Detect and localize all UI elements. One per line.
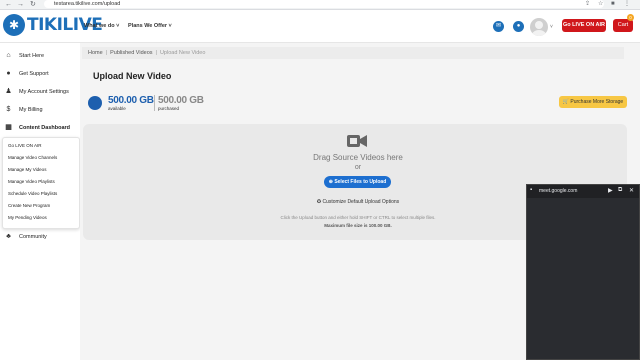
community-icon: ♣ xyxy=(6,233,11,240)
user-icon: ♟ xyxy=(5,88,12,95)
breadcrumb-published-videos[interactable]: Published Videos xyxy=(110,50,152,56)
sidebar-item-get-support[interactable]: ● Get Support xyxy=(4,69,48,78)
storage-divider xyxy=(154,95,155,111)
chat-icon[interactable]: ● xyxy=(513,21,524,32)
select-files-button[interactable]: ⊕ Select Files to Upload xyxy=(324,176,391,188)
meet-favicon-icon: ▪ xyxy=(530,187,533,193)
dashboard-icon: ▦ xyxy=(5,124,12,131)
submenu-schedule-playlists[interactable]: Schedule Video Playlists xyxy=(8,191,57,196)
menu-dots-icon[interactable]: ⋮ xyxy=(624,0,630,9)
meet-pip-window[interactable]: ▪ meet.google.com ▶ ⧉ ✕ xyxy=(526,184,640,360)
video-camera-icon xyxy=(347,135,367,147)
logo-palm-icon: ✱ xyxy=(3,14,25,36)
submenu-manage-playlists[interactable]: Manage Video Playlists xyxy=(8,179,55,184)
gear-icon: ✪ xyxy=(316,199,322,205)
messages-icon[interactable]: ✉ xyxy=(493,21,504,32)
nav-what-we-do[interactable]: What we do ˅ xyxy=(84,23,119,29)
go-live-button[interactable]: Go LIVE ON AIR xyxy=(562,19,606,32)
submenu-manage-channels[interactable]: Manage Video Channels xyxy=(8,155,57,160)
cart-icon: 🛒 xyxy=(562,99,570,105)
sidebar-item-account-settings[interactable]: ♟ My Account Settings xyxy=(4,87,68,96)
storage-available-label: available xyxy=(108,106,126,111)
support-icon: ● xyxy=(6,70,11,77)
breadcrumb-current: Upload New Video xyxy=(159,50,206,56)
storage-available-value: 500.00 GB xyxy=(108,95,154,106)
submenu-pending-videos[interactable]: My Pending Videos xyxy=(8,215,47,220)
or-text: or xyxy=(354,164,362,171)
extension-icon[interactable]: ■ xyxy=(611,0,615,9)
storage-pie-icon xyxy=(88,96,102,110)
camera-icon[interactable]: ▶ xyxy=(608,187,613,194)
submenu-create-program[interactable]: Create New Program xyxy=(8,203,50,208)
storage-purchased-value: 500.00 GB xyxy=(158,95,204,106)
page-title: Upload New Video xyxy=(93,71,172,81)
close-icon[interactable]: ✕ xyxy=(629,187,634,194)
drag-videos-text: Drag Source Videos here xyxy=(313,153,403,162)
address-bar[interactable]: testarea.tikilive.com/upload xyxy=(44,0,604,8)
dollar-icon: $ xyxy=(6,106,11,113)
content-dashboard-submenu: Go LIVE ON AIR Manage Video Channels Man… xyxy=(2,137,80,229)
share-icon[interactable]: ⇪ xyxy=(585,0,590,9)
meet-pip-titlebar: ▪ meet.google.com ▶ ⧉ ✕ xyxy=(527,185,639,198)
purchase-storage-button[interactable]: 🛒 Purchase More Storage xyxy=(559,96,627,108)
avatar[interactable] xyxy=(530,18,548,36)
sidebar-item-start-here[interactable]: ⌂ Start Here xyxy=(4,51,44,60)
pip-icon[interactable]: ⧉ xyxy=(618,187,622,194)
breadcrumb-home[interactable]: Home xyxy=(88,50,103,56)
reload-icon[interactable]: ↻ xyxy=(30,0,36,9)
forward-icon[interactable]: → xyxy=(17,0,24,9)
sidebar-item-community[interactable]: ♣ Community xyxy=(4,232,47,241)
browser-toolbar: ← → ↻ testarea.tikilive.com/upload ⇪ ☆ ■… xyxy=(0,0,640,10)
sidebar-item-content-dashboard[interactable]: ▦ Content Dashboard xyxy=(4,123,70,132)
storage-purchased-label: purchased xyxy=(158,106,180,111)
bookmark-star-icon[interactable]: ☆ xyxy=(598,0,603,9)
nav-plans[interactable]: Plans We Offer ˅ xyxy=(128,23,172,29)
avatar-caret-icon[interactable]: ˅ xyxy=(550,24,553,30)
site-header: ✱ TIKILIVE What we do ˅ Plans We Offer ˅… xyxy=(0,10,640,43)
cart-count-badge: 0 xyxy=(627,14,634,21)
sidebar-item-billing[interactable]: $ My Billing xyxy=(4,105,43,114)
submenu-go-live[interactable]: Go LIVE ON AIR xyxy=(8,143,42,148)
home-icon: ⌂ xyxy=(6,52,11,59)
submenu-manage-videos[interactable]: Manage My Videos xyxy=(8,167,46,172)
plus-icon: ⊕ xyxy=(328,179,333,185)
back-icon[interactable]: ← xyxy=(5,0,12,9)
meet-url: meet.google.com xyxy=(539,188,578,194)
breadcrumb: Home | Published Videos | Upload New Video xyxy=(82,47,624,59)
